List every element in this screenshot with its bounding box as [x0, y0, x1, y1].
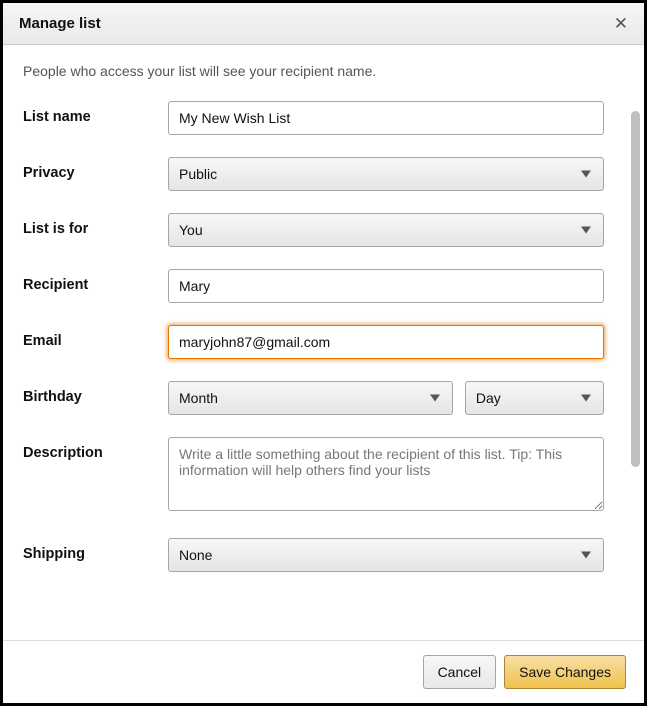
privacy-select[interactable]: Public	[168, 157, 604, 191]
scrollbar-thumb[interactable]	[631, 111, 640, 467]
row-birthday: Birthday Month Day	[23, 381, 624, 415]
recipient-input[interactable]	[168, 269, 604, 303]
row-privacy: Privacy Public	[23, 157, 624, 191]
save-button[interactable]: Save Changes	[504, 655, 626, 689]
email-input[interactable]	[168, 325, 604, 359]
label-list-is-for: List is for	[23, 213, 168, 237]
row-description: Description	[23, 437, 624, 516]
row-email: Email	[23, 325, 624, 359]
description-textarea[interactable]	[168, 437, 604, 511]
dialog-title: Manage list	[19, 15, 101, 32]
info-text: People who access your list will see you…	[23, 63, 624, 79]
list-name-input[interactable]	[168, 101, 604, 135]
dialog-body: People who access your list will see you…	[3, 45, 644, 615]
label-shipping: Shipping	[23, 538, 168, 562]
label-recipient: Recipient	[23, 269, 168, 293]
label-description: Description	[23, 437, 168, 461]
list-is-for-select[interactable]: You	[168, 213, 604, 247]
row-list-is-for: List is for You	[23, 213, 624, 247]
cancel-button[interactable]: Cancel	[423, 655, 497, 689]
label-privacy: Privacy	[23, 157, 168, 181]
row-list-name: List name	[23, 101, 624, 135]
label-list-name: List name	[23, 101, 168, 125]
shipping-select[interactable]: None	[168, 538, 604, 572]
dialog-footer: Cancel Save Changes	[3, 640, 644, 703]
row-shipping: Shipping None	[23, 538, 624, 572]
close-icon[interactable]: ✕	[614, 15, 628, 32]
birthday-day-select[interactable]: Day	[465, 381, 604, 415]
birthday-month-select[interactable]: Month	[168, 381, 453, 415]
label-email: Email	[23, 325, 168, 349]
label-birthday: Birthday	[23, 381, 168, 405]
dialog-header: Manage list ✕	[3, 3, 644, 45]
row-recipient: Recipient	[23, 269, 624, 303]
